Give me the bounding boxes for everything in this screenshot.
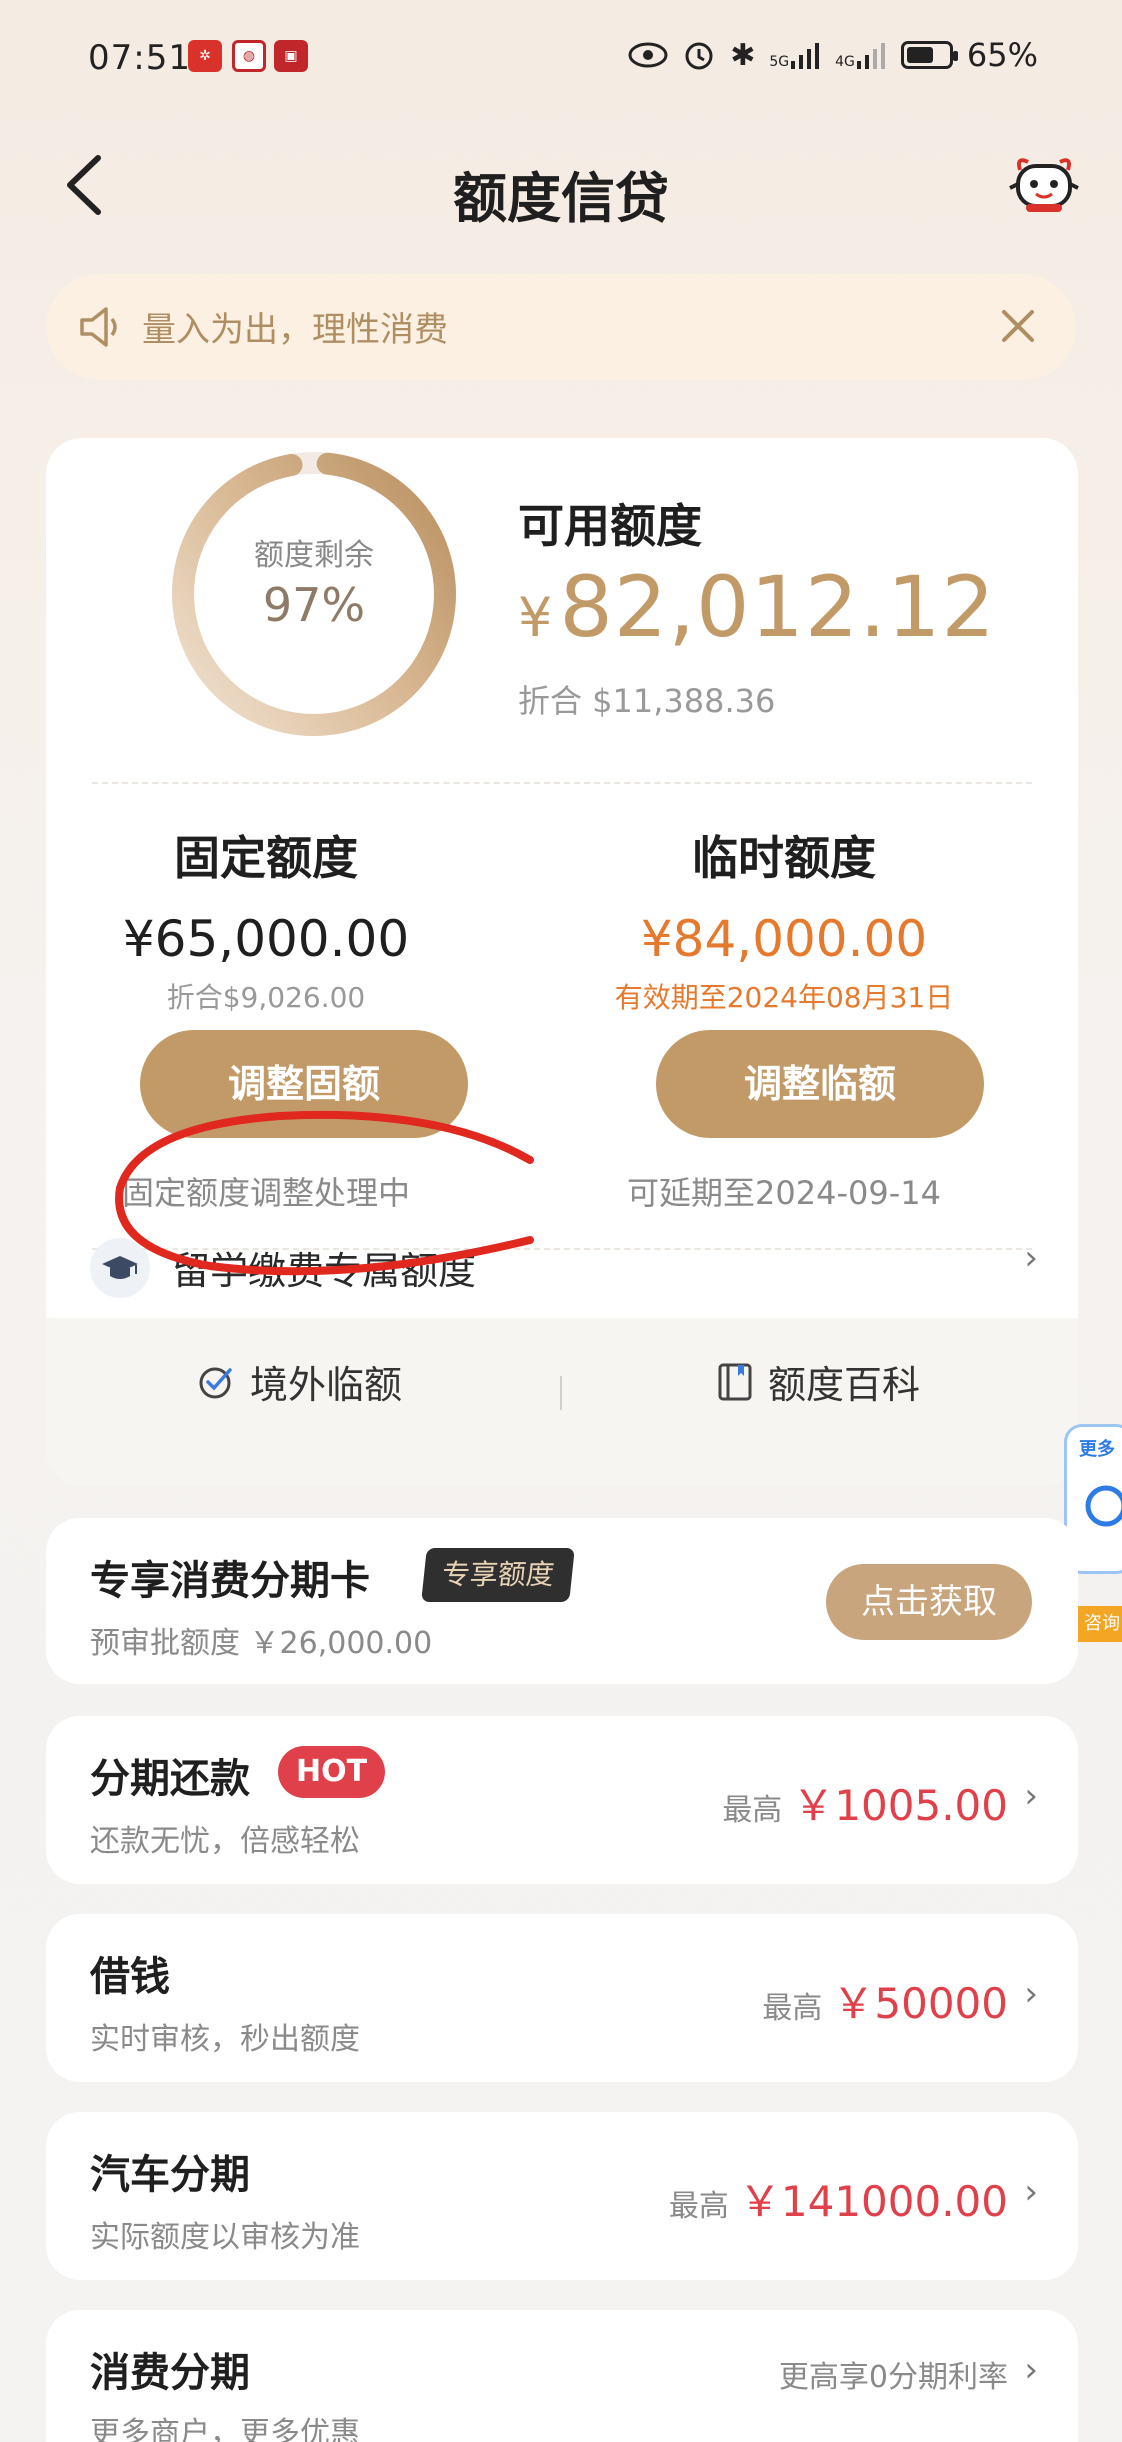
adjust-temp-button[interactable]: 调整临额 [656,1030,984,1138]
chevron-right-icon: › [1024,1776,1038,1816]
available-usd: 折合 $11,388.36 [518,682,776,720]
app-header: 额度信贷 [0,130,1122,240]
credit-wiki-label: 额度百科 [768,1363,921,1407]
notice-text: 量入为出，理性消费 [142,310,448,350]
chevron-right-icon: › [1024,2350,1038,2390]
notification-app-icon: ✲ [188,40,222,72]
chevron-right-icon: › [1024,1974,1038,2014]
alarm-icon [685,42,713,70]
credit-card-panel: 额度剩余 97% 可用额度 ¥82,012.12 折合 $11,388.36 固… [46,438,1078,1486]
speaker-icon [80,307,117,347]
eye-icon [628,42,668,68]
card-title: 分期还款 [90,1756,250,1802]
max-prefix: 最高 [722,1793,783,1828]
network-5g-label: 5G [769,54,790,70]
chevron-right-icon: › [1024,2172,1038,2212]
card-title: 消费分期 [90,2350,250,2396]
available-credit-value: ¥82,012.12 [518,558,996,656]
available-amount: 82,012.12 [559,558,996,656]
mascot-icon[interactable] [1006,148,1082,218]
status-time: 07:51 [88,38,191,78]
borrow-money-card[interactable]: 借钱 实时审核，秒出额度 最高 ￥50000 › [46,1914,1078,2082]
close-icon[interactable] [994,302,1042,350]
fixed-credit-usd: 折合$9,026.00 [166,981,366,1014]
currency-symbol: ¥ [518,586,554,649]
card-title: 专享消费分期卡 [90,1558,370,1604]
temp-extend-note: 可延期至2024-09-14 [627,1174,941,1212]
fixed-credit-title: 固定额度 [174,831,358,885]
app-notification-icon: ▣ [274,40,308,72]
fixed-credit-amount: ¥65,000.00 [122,910,410,968]
chevron-right-icon: › [1024,1238,1038,1278]
max-amount: 最高 ￥141000.00 [669,2168,1008,2229]
network-4g-label: 4G [835,54,855,70]
study-abroad-label: 留学缴费专属额度 [172,1249,477,1293]
book-icon [718,1363,752,1400]
max-prefix: 最高 [762,1991,823,2026]
chat-bubble-icon [1085,1485,1122,1527]
card-desc: 实时审核，秒出额度 [90,2022,360,2057]
max-value: ￥50000 [832,1979,1008,2028]
max-amount: 最高 ￥1005.00 [722,1772,1008,1833]
card-desc: 预审批额度 ￥26,000.00 [90,1626,433,1661]
battery-icon [900,41,958,69]
temp-credit-title: 临时额度 [692,831,876,885]
get-card-button[interactable]: 点击获取 [826,1564,1032,1640]
bank-app-icon: ◍ [232,40,266,72]
overseas-temp-credit-label: 境外临额 [250,1363,403,1407]
credit-wiki-link[interactable]: 额度百科 [716,1354,920,1409]
temp-credit-column: 临时额度 ¥84,000.00 有效期至2024年08月31日 [574,822,994,1016]
card-title: 借钱 [90,1954,170,2000]
fixed-credit-column: 固定额度 ¥65,000.00 折合$9,026.00 [56,822,476,1016]
page-title: 额度信贷 [453,167,669,230]
temp-credit-amount: ¥84,000.00 [640,910,928,968]
ring-label: 额度剩余 [254,538,374,573]
max-prefix: 最高 [668,2189,729,2224]
max-amount: 最高 ￥50000 [762,1970,1008,2031]
battery-fill [906,47,933,63]
signal-5g-icon: 5G [769,41,821,69]
more-label: 更多 [1079,1439,1115,1460]
signal-4g-icon: 4G [835,41,887,69]
car-installment-card[interactable]: 汽车分期 实际额度以审核为准 最高 ￥141000.00 › [46,2112,1078,2280]
max-value: ￥1005.00 [792,1781,1008,1830]
installment-repay-card[interactable]: 分期还款 HOT 还款无忧，倍感轻松 最高 ￥1005.00 › [46,1716,1078,1884]
notice-banner: 量入为出，理性消费 [46,274,1076,380]
exclusive-credit-badge: 专享额度 [421,1548,575,1602]
fixed-adjust-status: 固定额度调整处理中 [121,1174,410,1212]
card-desc: 更多商户，更多优惠 [90,2416,360,2442]
max-value: ￥141000.00 [738,2177,1008,2226]
available-credit-label: 可用额度 [518,499,702,553]
card-desc: 实际额度以审核为准 [90,2220,360,2255]
temp-credit-expiry: 有效期至2024年08月31日 [614,981,954,1014]
status-icons: ✱ 5G 4G 65% [628,36,1038,74]
hot-badge: HOT [278,1746,386,1798]
ring-percent: 97% [262,578,366,632]
overseas-globe-icon [199,1367,232,1398]
exclusive-installment-card[interactable]: 专享消费分期卡 专享额度 预审批额度 ￥26,000.00 点击获取 [46,1518,1078,1684]
vertical-separator [560,1376,562,1410]
adjust-fixed-button[interactable]: 调整固额 [140,1030,468,1138]
status-bar: 07:51 ✲ ◍ ▣ ✱ 5G 4G 65% [0,0,1122,120]
quick-links-band: 境外临额 额度百科 [46,1318,1078,1486]
study-abroad-credit-row[interactable]: 留学缴费专属额度 › [46,1214,1078,1318]
graduation-cap-icon [90,1238,150,1298]
consumer-installment-card[interactable]: 消费分期 更多商户，更多优惠 更高享0分期利率 › [46,2310,1078,2442]
card-title: 汽车分期 [90,2152,250,2198]
bluetooth-icon: ✱ [730,37,756,73]
card-desc: 还款无忧，倍感轻松 [90,1824,360,1859]
battery-percent: 65% [966,36,1038,74]
dashed-divider [92,782,1032,784]
overseas-temp-credit-link[interactable]: 境外临额 [196,1354,402,1409]
zero-interest-note: 更高享0分期利率 [778,2360,1008,2395]
